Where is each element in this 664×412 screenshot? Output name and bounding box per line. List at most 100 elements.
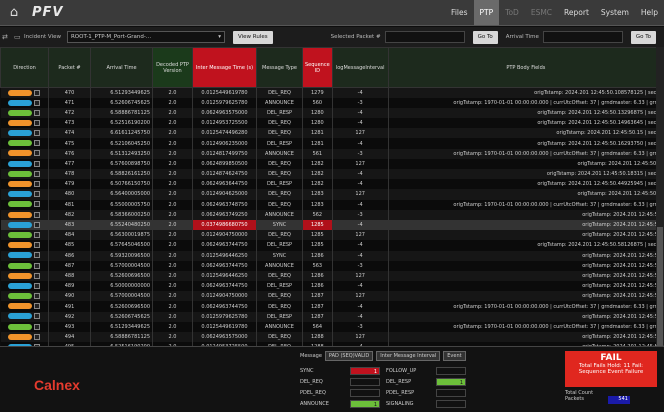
- expand-icon[interactable]: [34, 221, 41, 228]
- view-rules-button[interactable]: View Rules: [232, 30, 273, 44]
- expand-icon[interactable]: [34, 89, 41, 96]
- expand-icon[interactable]: [34, 211, 41, 218]
- stat-count: 1: [350, 399, 380, 408]
- expand-icon[interactable]: [34, 99, 41, 106]
- menu-item-system[interactable]: System: [595, 0, 635, 25]
- table-row[interactable]: 492 6.52606745625 2.0 0.0125979625780 DEL_RE…: [0, 311, 664, 322]
- expand-icon[interactable]: [34, 282, 41, 289]
- table-row[interactable]: 471 6.52606745625 2.0 0.0125979625780 ANNOUN…: [0, 97, 664, 108]
- table-scrollbar[interactable]: [656, 47, 664, 347]
- expand-icon[interactable]: [34, 181, 41, 188]
- table-row[interactable]: 482 6.58366000250 2.0 0.0624963749250 ANNOUN…: [0, 209, 664, 220]
- goto-packet-button[interactable]: Go To: [472, 30, 498, 44]
- col-message-type[interactable]: Message Type: [256, 47, 303, 88]
- col-inter-message-time[interactable]: Inter Message Time (s): [192, 47, 257, 88]
- log-message-interval-cell: -3: [332, 148, 389, 159]
- filter-icon-2[interactable]: ▭: [14, 33, 24, 41]
- legend-tag-interval[interactable]: Inter Message Interval: [376, 351, 441, 361]
- ptp-body-cell: origTstamp: 2024.201 12:45:50: [388, 270, 664, 282]
- table-row[interactable]: 470 6.51293449625 2.0 0.0125449619780 DEL_RE…: [0, 87, 664, 98]
- table-row[interactable]: 493 6.51293449625 2.0 0.0125449619780 ANNOUN…: [0, 321, 664, 332]
- col-packet[interactable]: Packet #: [48, 47, 91, 88]
- menu-item-esmc[interactable]: ESMC: [525, 0, 558, 25]
- home-icon[interactable]: ⌂: [0, 5, 28, 20]
- scrollbar-thumb[interactable]: [657, 227, 663, 347]
- direction-cell: [0, 118, 49, 129]
- arrival-time-input[interactable]: [542, 31, 623, 43]
- packet-number-cell: 478: [48, 169, 91, 180]
- expand-icon[interactable]: [34, 303, 41, 310]
- expand-icon[interactable]: [34, 119, 41, 126]
- table-row[interactable]: 491 6.52600696500 2.0 0.0624963744750 DEL_RE…: [0, 301, 664, 312]
- table-row[interactable]: 484 6.56300019875 2.0 0.0124904750000 DEL_RE…: [0, 230, 664, 241]
- expand-icon[interactable]: [34, 323, 41, 330]
- expand-icon[interactable]: [34, 201, 41, 208]
- table-row[interactable]: 472 6.58886781125 2.0 0.0624963575000 DEL_RE…: [0, 107, 664, 119]
- filter-icon[interactable]: ⇄: [2, 33, 12, 41]
- expand-icon[interactable]: [34, 231, 41, 238]
- message-type-cell: DEL_RESP: [256, 281, 303, 292]
- col-arrival-time[interactable]: Arrival Time: [90, 47, 153, 88]
- col-log-message-interval[interactable]: logMessageInterval: [331, 47, 389, 88]
- direction-cell: [0, 87, 49, 98]
- goto-time-button[interactable]: Go To: [630, 30, 656, 44]
- sequence-id-cell: 561: [302, 148, 333, 159]
- menu-item-ptp[interactable]: PTP: [473, 0, 500, 25]
- table-row[interactable]: 486 6.59320096500 2.0 0.0125496446250 SYNC 12…: [0, 250, 664, 261]
- expand-icon[interactable]: [34, 109, 41, 116]
- expand-icon[interactable]: [34, 160, 41, 167]
- table-row[interactable]: 485 6.57645046500 2.0 0.0624963744750 DEL_RE…: [0, 240, 664, 251]
- log-message-interval-cell: -4: [332, 118, 389, 129]
- expand-icon[interactable]: [34, 242, 41, 249]
- legend-tag-event[interactable]: Event: [443, 351, 466, 361]
- table-row[interactable]: 490 6.57000004500 2.0 0.0124904750000 DEL_RE…: [0, 291, 664, 302]
- expand-icon[interactable]: [34, 170, 41, 177]
- table-row[interactable]: 483 6.55240480250 2.0 0.0374986680750 SYNC 12…: [0, 219, 664, 231]
- ptp-packet-table: Direction Packet # Arrival Time Decoded …: [0, 47, 664, 353]
- direction-arrow-icon: [8, 201, 33, 208]
- table-row[interactable]: 476 6.51312493250 2.0 0.0124817499750 ANNOUN…: [0, 148, 664, 159]
- col-direction[interactable]: Direction: [0, 47, 49, 88]
- ptp-version-cell: 2.0: [152, 250, 193, 261]
- table-row[interactable]: 489 6.50000000000 2.0 0.0624963744750 DEL_RE…: [0, 281, 664, 292]
- expand-icon[interactable]: [34, 252, 41, 259]
- table-row[interactable]: 478 6.58826161250 2.0 0.0124874624750 DEL_RE…: [0, 169, 664, 180]
- menu-item-report[interactable]: Report: [558, 0, 595, 25]
- expand-icon[interactable]: [34, 293, 41, 300]
- menu-item-help[interactable]: Help: [635, 0, 664, 25]
- table-row[interactable]: 480 6.56400005000 2.0 0.0124904625000 DEL_RE…: [0, 189, 664, 200]
- menu-item-tod[interactable]: ToD: [499, 0, 525, 25]
- table-row[interactable]: 477 6.57600898750 2.0 0.0624899850500 DEL_RE…: [0, 158, 664, 169]
- table-row[interactable]: 488 6.52600696500 2.0 0.0125496446250 DEL_RE…: [0, 270, 664, 282]
- expand-icon[interactable]: [34, 191, 41, 198]
- table-row[interactable]: 479 6.50766150750 2.0 0.0624963644750 DEL_RE…: [0, 179, 664, 190]
- table-row[interactable]: 487 6.57000004500 2.0 0.0624963744750 ANNOUN…: [0, 260, 664, 271]
- table-row[interactable]: 473 6.52516190200 2.0 0.0124953725500 DEL_RE…: [0, 118, 664, 129]
- table-row[interactable]: 475 6.52106045250 2.0 0.0124906235000 DEL_RE…: [0, 138, 664, 149]
- source-select[interactable]: ROOT-1_PTP-M_Port-Grand-... ▾: [66, 31, 225, 43]
- expand-icon[interactable]: [34, 333, 41, 340]
- menu-item-files[interactable]: Files: [445, 0, 473, 25]
- packets-label: Packets: [565, 396, 584, 402]
- log-message-interval-cell: -4: [332, 219, 389, 231]
- direction-cell: [0, 169, 49, 180]
- legend-tag-seq[interactable]: PAD (SEQ)VALID: [324, 351, 374, 361]
- col-ptp-body-fields[interactable]: PTP Body Fields: [387, 47, 664, 88]
- selected-packet-input[interactable]: [384, 31, 465, 43]
- expand-icon[interactable]: [34, 140, 41, 147]
- expand-icon[interactable]: [34, 272, 41, 279]
- col-ptp-version[interactable]: Decoded PTP Version: [152, 47, 193, 88]
- col-sequence-id[interactable]: Sequence ID: [302, 47, 333, 88]
- direction-cell: [0, 260, 49, 271]
- expand-icon[interactable]: [34, 313, 41, 320]
- table-row[interactable]: 474 6.61611245750 2.0 0.0125474496280 DEL_RE…: [0, 128, 664, 139]
- table-row[interactable]: 481 6.55000005750 2.0 0.0624963748750 DEL_RE…: [0, 199, 664, 210]
- message-type-cell: DEL_RESP: [256, 240, 303, 251]
- packet-number-cell: 472: [48, 107, 91, 119]
- stats-row: PDEL_REQ PDEL_RESP: [300, 387, 550, 398]
- expand-icon[interactable]: [34, 262, 41, 269]
- expand-icon[interactable]: [34, 130, 41, 137]
- stats-row: SYNC 1 FOLLOW_UP: [300, 365, 550, 376]
- expand-icon[interactable]: [34, 150, 41, 157]
- table-row[interactable]: 494 6.58886781125 2.0 0.0624963575000 DEL_RE…: [0, 332, 664, 343]
